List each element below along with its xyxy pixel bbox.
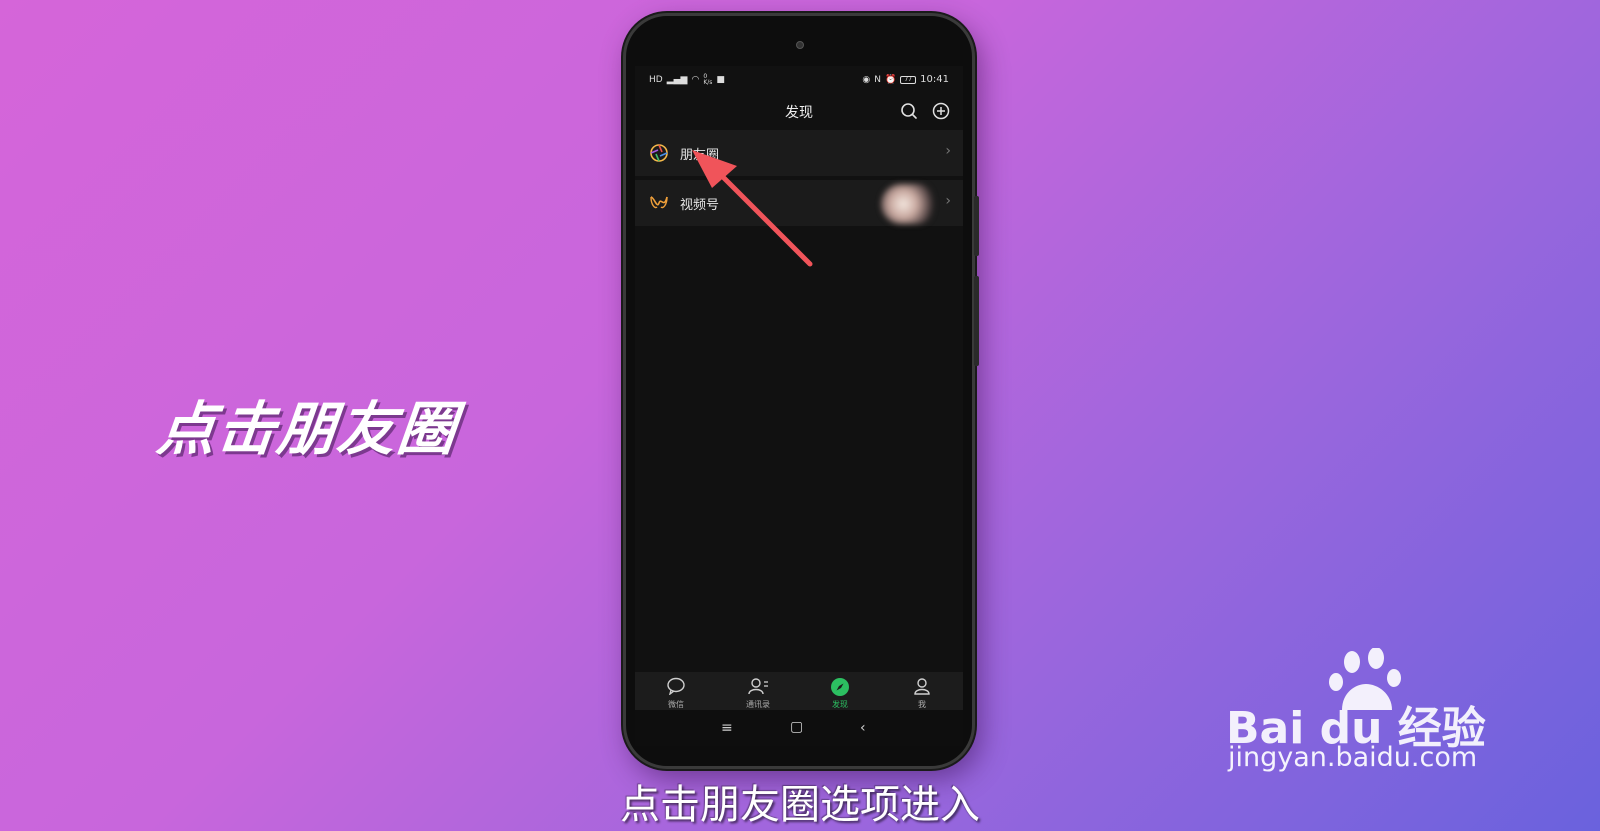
me-icon <box>914 678 930 695</box>
tab-discover[interactable]: 发现 <box>799 672 881 710</box>
blurred-avatar <box>881 184 937 224</box>
bottom-tab-bar: 微信 通讯录 发现 我 <box>635 672 963 710</box>
signal-icon: ▂▄▆ <box>666 75 688 85</box>
phone-frame: HD ▂▄▆ ◠ 0 K/s ■ ◉ N ⏰ 77 10:41 发现 朋友圈 ›… <box>623 13 979 769</box>
menu-item-moments[interactable]: 朋友圈 › <box>635 130 963 176</box>
tab-me[interactable]: 我 <box>881 672 963 710</box>
nfc-icon: N <box>874 74 881 85</box>
power-button <box>974 276 979 366</box>
tab-label: 通讯录 <box>746 700 770 709</box>
moments-icon <box>650 144 668 162</box>
menu-item-label: 朋友圈 <box>680 148 720 163</box>
home-icon[interactable]: ▢ <box>790 719 803 735</box>
system-nav-bar: ≡ ▢ ‹ <box>635 710 963 746</box>
network-speed: 0 K/s <box>703 73 713 86</box>
baidu-watermark: Bai du 经验 jingyan.baidu.com <box>1226 648 1516 788</box>
alarm-icon: ⏰ <box>884 74 897 85</box>
clock: 10:41 <box>920 74 949 85</box>
eye-icon: ◉ <box>862 74 871 85</box>
tab-label: 发现 <box>832 700 848 709</box>
back-icon[interactable]: ‹ <box>860 720 866 736</box>
watermark-url: jingyan.baidu.com <box>1228 742 1478 773</box>
video-icon: ■ <box>716 75 725 85</box>
discover-icon <box>831 678 849 696</box>
tab-label: 我 <box>918 700 926 709</box>
plus-circle-icon[interactable] <box>931 101 951 121</box>
tab-chats[interactable]: 微信 <box>635 672 717 710</box>
menu-item-label: 视频号 <box>680 198 720 213</box>
search-icon[interactable] <box>899 101 919 121</box>
channels-icon <box>650 196 668 209</box>
chevron-right-icon: › <box>945 193 951 209</box>
menu-item-channels[interactable]: 视频号 › <box>635 180 963 226</box>
contacts-icon <box>748 678 768 695</box>
menu-icon[interactable]: ≡ <box>721 720 733 736</box>
hd-indicator: HD <box>649 75 663 85</box>
tab-label: 微信 <box>668 700 684 709</box>
status-bar: HD ▂▄▆ ◠ 0 K/s ■ ◉ N ⏰ 77 10:41 <box>635 66 963 92</box>
overlay-title: 点击朋友圈 <box>153 395 462 463</box>
tab-contacts[interactable]: 通讯录 <box>717 672 799 710</box>
volume-button <box>974 196 979 256</box>
discover-menu: 朋友圈 › 视频号 › <box>635 130 963 226</box>
front-camera <box>796 41 804 49</box>
battery-icon: 77 <box>900 75 917 84</box>
phone-screen: HD ▂▄▆ ◠ 0 K/s ■ ◉ N ⏰ 77 10:41 发现 朋友圈 ›… <box>635 66 963 746</box>
top-nav-bar: 发现 <box>635 96 963 128</box>
chevron-right-icon: › <box>945 143 951 159</box>
wifi-icon: ◠ <box>691 75 700 85</box>
chat-icon <box>667 677 685 695</box>
